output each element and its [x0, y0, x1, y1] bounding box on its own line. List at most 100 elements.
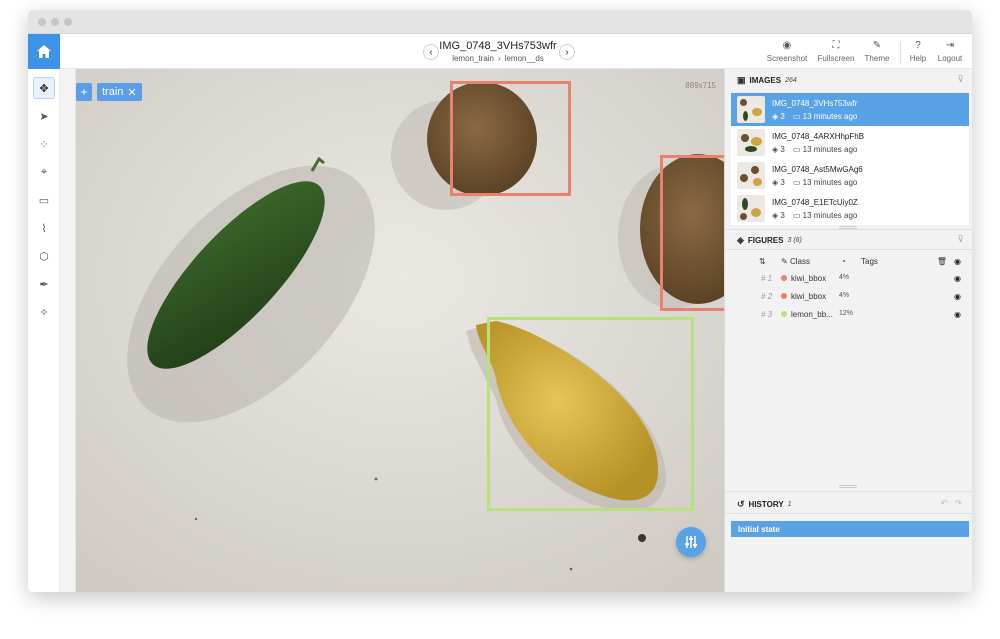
- layers-icon: ◈: [772, 111, 779, 121]
- window-maximize-dot[interactable]: [64, 18, 72, 26]
- resize-handle[interactable]: [839, 485, 857, 488]
- layers-icon: ◈: [772, 177, 779, 187]
- fullscreen-icon: ⛶: [832, 40, 840, 51]
- history-item[interactable]: Initial state: [731, 521, 969, 537]
- image-time: ▭ 13 minutes ago: [792, 210, 858, 220]
- home-button[interactable]: [28, 34, 60, 69]
- image-settings-button[interactable]: [676, 527, 706, 557]
- rectangle-icon: ▭: [38, 194, 50, 207]
- sort-icon[interactable]: ⇅: [759, 257, 766, 266]
- fullscreen-button[interactable]: ⛶ Fullscreen: [814, 40, 858, 63]
- sliders-icon: [685, 536, 697, 548]
- select-tool-button[interactable]: ➤: [33, 105, 55, 127]
- image-thumbnail: [737, 96, 765, 123]
- screenshot-label: Screenshot: [766, 54, 808, 63]
- eye-icon[interactable]: ◉: [954, 274, 961, 283]
- images-count: 264: [785, 77, 797, 84]
- image-name: IMG_0748_4ARXHhpFhB: [772, 131, 865, 141]
- image-tags-bar: + train ✕: [76, 83, 142, 101]
- divider: [900, 42, 901, 64]
- tool-sidebar: ✥ ➤ ⁘ ⌖ ▭ ⌇ ⬡ ✒ ✧: [28, 69, 60, 592]
- cursor-icon: ➤: [39, 110, 49, 123]
- rectangle-tool-button[interactable]: ▭: [33, 189, 55, 211]
- image-name: IMG_0748_E1ETcUiy0Z: [772, 197, 858, 207]
- right-panel: ▣ IMAGES 264 ⊽ IMG_0748_3VHs753wfr ◈ 3 ▭…: [724, 69, 972, 592]
- pan-tool-button[interactable]: ✥: [33, 77, 55, 99]
- tag-chip[interactable]: train ✕: [97, 83, 142, 101]
- help-label: Help: [909, 54, 927, 63]
- eye-icon[interactable]: ◉: [954, 310, 961, 319]
- image-name: IMG_0748_Ast5MwGAg6: [772, 164, 863, 174]
- theme-label: Theme: [864, 54, 890, 63]
- breadcrumb-project[interactable]: lemon_train: [452, 54, 494, 63]
- home-icon: [37, 45, 51, 58]
- figures-table: ⇅ ✎ Class ◔ Tags 🗑 ◉ # 1 kiwi_bbox 4% ◉ …: [731, 257, 969, 325]
- figures-section-header: ◈ FIGURES 3 (6): [737, 235, 802, 246]
- figures-count: ◈ 3: [772, 177, 785, 187]
- breadcrumb-dataset[interactable]: lemon__ds: [505, 54, 544, 63]
- logout-button[interactable]: ⇥ Logout: [934, 40, 966, 63]
- history-count: 1: [787, 501, 792, 508]
- title-bar: [28, 10, 972, 34]
- eye-icon[interactable]: ◉: [954, 292, 961, 301]
- next-image-button[interactable]: ›: [559, 44, 575, 60]
- help-button[interactable]: ? Help: [906, 40, 930, 63]
- layers-icon: ◈: [737, 235, 744, 245]
- theme-icon: ✎: [872, 40, 882, 51]
- divider: [725, 513, 972, 514]
- image-time: ▭ 13 minutes ago: [792, 177, 858, 187]
- figure-index: # 2: [761, 292, 773, 301]
- trash-icon[interactable]: 🗑: [937, 257, 947, 266]
- figure-row[interactable]: # 2 kiwi_bbox 4% ◉: [731, 289, 969, 307]
- calendar-icon: ▭: [792, 177, 801, 187]
- kiwi-bbox-1[interactable]: [450, 81, 571, 196]
- brush-tool-button[interactable]: ✒: [33, 273, 55, 295]
- pen-icon: ✎: [781, 257, 788, 266]
- chevron-right-icon: ›: [565, 46, 569, 58]
- figure-row[interactable]: # 3 lemon_bb... 12% ◉: [731, 307, 969, 325]
- class-column-header[interactable]: ✎ Class: [781, 257, 810, 266]
- close-icon[interactable]: ✕: [127, 86, 136, 99]
- filter-icon[interactable]: ⊽: [957, 74, 964, 85]
- theme-button[interactable]: ✎ Theme: [862, 40, 892, 63]
- fullscreen-label: Fullscreen: [817, 54, 855, 63]
- figures-count: ◈ 3: [772, 111, 785, 121]
- figure-class: kiwi_bbox: [791, 292, 827, 301]
- magic-wand-tool-button[interactable]: ✧: [33, 301, 55, 323]
- tags-column-header: Tags: [861, 257, 878, 266]
- image-list-item[interactable]: IMG_0748_3VHs753wfr ◈ 3 ▭ 13 minutes ago: [731, 93, 969, 126]
- figure-row[interactable]: # 1 kiwi_bbox 4% ◉: [731, 271, 969, 289]
- redo-icon[interactable]: ↷: [954, 498, 962, 509]
- image-list-item[interactable]: IMG_0748_Ast5MwGAg6 ◈ 3 ▭ 13 minutes ago: [731, 159, 969, 192]
- polyline-tool-button[interactable]: ⌇: [33, 217, 55, 239]
- image-canvas[interactable]: + train ✕ 889x715: [76, 69, 724, 592]
- class-color-dot: [781, 311, 787, 317]
- top-bar: ‹ IMG_0748_3VHs753wfr lemon_train › lemon_…: [28, 34, 972, 69]
- add-tag-button[interactable]: +: [76, 83, 92, 101]
- image-title: IMG_0748_3VHs753wfr: [439, 40, 557, 52]
- magic-wand-icon: ✧: [39, 306, 49, 319]
- screenshot-button[interactable]: ◉ Screenshot: [765, 40, 809, 63]
- kiwi-bbox-2[interactable]: [660, 155, 724, 311]
- layers-icon: ◈: [772, 144, 779, 154]
- points-tool-button[interactable]: ⁘: [33, 133, 55, 155]
- divider: [725, 229, 972, 230]
- calendar-icon: ▭: [792, 144, 801, 154]
- image-list-item[interactable]: IMG_0748_E1ETcUiy0Z ◈ 3 ▭ 13 minutes ago: [731, 192, 969, 225]
- breadcrumb: lemon_train › lemon__ds: [418, 54, 578, 63]
- history-item-label: Initial state: [738, 524, 780, 534]
- figures-count: 3 (6): [787, 237, 802, 244]
- point-tool-button[interactable]: ⌖: [33, 161, 55, 183]
- image-thumbnail: [737, 129, 765, 156]
- image-time: ▭ 13 minutes ago: [792, 111, 858, 121]
- images-title: IMAGES: [749, 76, 782, 85]
- polygon-tool-button[interactable]: ⬡: [33, 245, 55, 267]
- window-close-dot[interactable]: [38, 18, 46, 26]
- filter-icon[interactable]: ⊽: [957, 234, 964, 245]
- image-list-item[interactable]: IMG_0748_4ARXHhpFhB ◈ 3 ▭ 13 minutes ago: [731, 126, 969, 159]
- lemon-bbox[interactable]: [487, 317, 694, 511]
- window-minimize-dot[interactable]: [51, 18, 59, 26]
- eye-icon[interactable]: ◉: [954, 257, 961, 266]
- undo-icon[interactable]: ↶: [940, 498, 948, 509]
- divider: [725, 491, 972, 492]
